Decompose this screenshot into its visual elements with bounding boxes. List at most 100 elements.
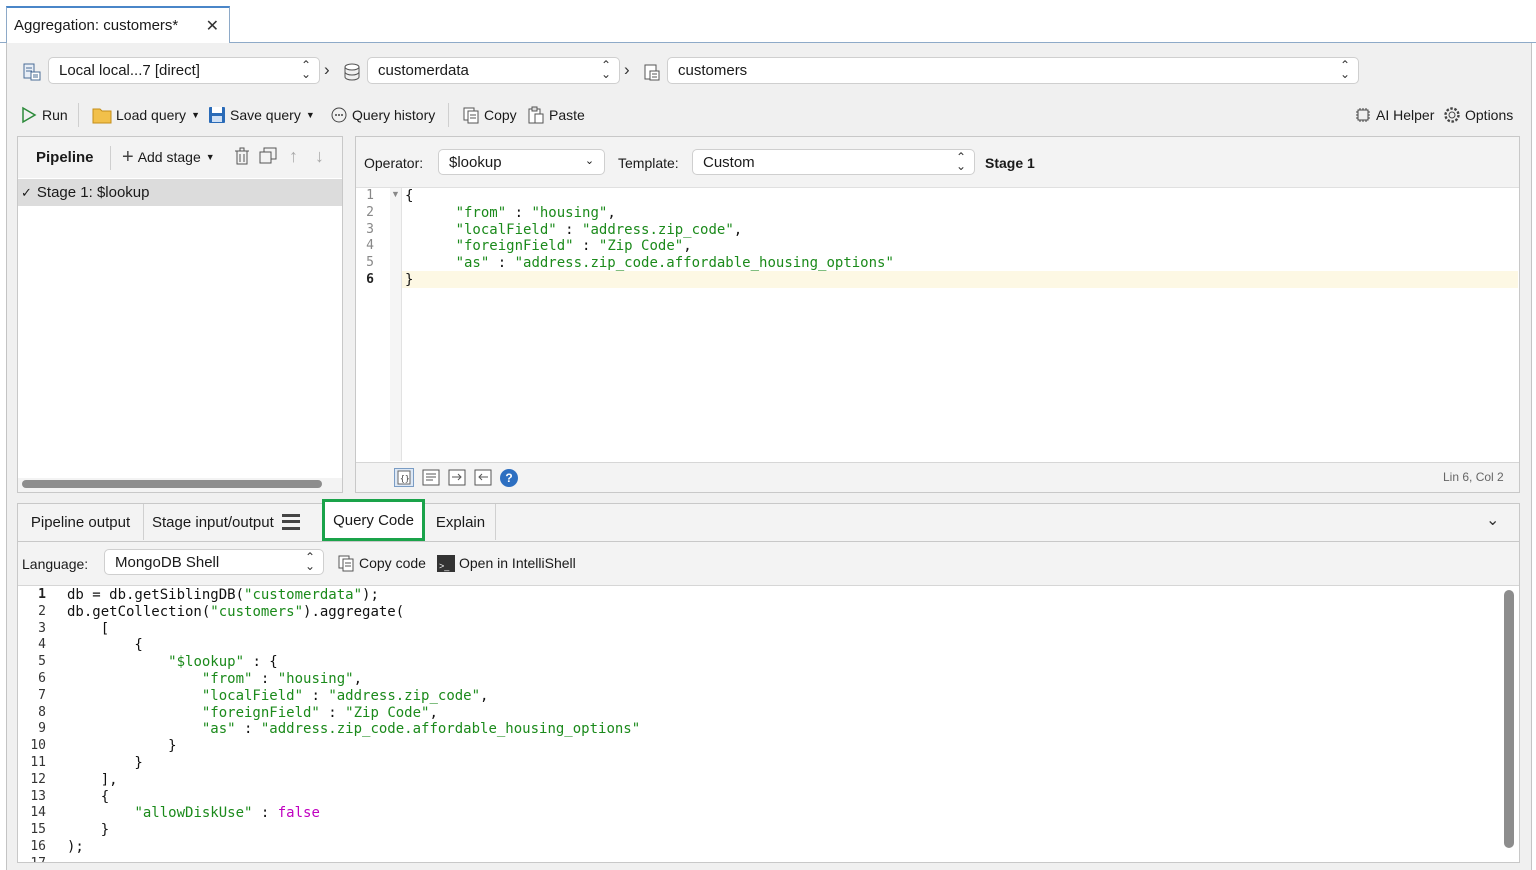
code-token: "localField" xyxy=(455,221,557,238)
line-number: 3 xyxy=(38,620,46,636)
tab-query-code[interactable]: Query Code xyxy=(322,499,425,541)
terminal-icon: >_ xyxy=(437,554,455,572)
play-icon xyxy=(22,106,37,124)
line-number: 1 xyxy=(38,587,46,602)
tab-stage-input-output[interactable]: Stage input/output xyxy=(145,504,322,540)
fold-marker-icon[interactable]: ▼ xyxy=(391,189,400,199)
history-icon xyxy=(331,107,347,123)
gear-icon xyxy=(1444,107,1460,123)
operator-select[interactable]: $lookup ⌄ xyxy=(438,149,605,175)
code-token: "address.zip_code" xyxy=(328,687,481,704)
format-code-icon[interactable]: {} xyxy=(394,468,414,487)
pipeline-hscrollbar[interactable] xyxy=(22,480,322,488)
stage-editor-footer xyxy=(356,462,1519,492)
copy-code-button[interactable]: Copy code xyxy=(337,553,426,573)
line-number: 10 xyxy=(30,738,46,754)
query-code-text[interactable]: db = db.getSiblingDB("customerdata"); db.… xyxy=(67,587,640,862)
code-token: : xyxy=(506,204,532,221)
text-view-icon[interactable] xyxy=(422,469,440,489)
delete-stage-icon[interactable] xyxy=(234,147,250,168)
line-number: 5 xyxy=(366,255,374,271)
tab-pipeline-output[interactable]: Pipeline output xyxy=(18,504,144,540)
move-up-icon[interactable]: ↑ xyxy=(289,146,298,167)
add-stage-button[interactable]: + Add stage ▼ xyxy=(122,146,215,168)
template-select[interactable]: Custom ⌃ ⌄ xyxy=(692,149,975,175)
select-arrows-icon: ⌃ ⌄ xyxy=(300,58,311,81)
toolbar-separator xyxy=(448,103,449,127)
run-button[interactable]: Run xyxy=(20,105,68,125)
code-line: "from" : "housing", xyxy=(405,205,894,222)
stage-code-line-numbers: 123456 xyxy=(358,188,374,289)
collapse-panel-icon[interactable]: ⌄ xyxy=(1486,510,1499,530)
code-token: ).aggregate( xyxy=(303,603,405,620)
close-tab-icon[interactable]: ✕ xyxy=(206,16,219,36)
collection-icon xyxy=(642,62,662,82)
outdent-icon[interactable] xyxy=(474,469,492,489)
ai-helper-button[interactable]: AI Helper xyxy=(1354,105,1434,125)
code-token: "Zip Code" xyxy=(345,704,430,721)
code-line: db.getCollection("customers").aggregate( xyxy=(67,604,640,621)
chip-icon xyxy=(1356,108,1370,122)
pipeline-stage-list xyxy=(18,178,342,478)
load-query-button[interactable]: Load query ▼ xyxy=(92,105,200,125)
query-code-editor[interactable]: 1234567891011121314151617 db = db.getSib… xyxy=(18,585,1519,862)
code-token: ); xyxy=(362,587,379,603)
query-code-vscrollbar[interactable] xyxy=(1504,590,1514,848)
query-history-button[interactable]: Query history xyxy=(330,105,435,125)
code-token: "address.zip_code" xyxy=(582,221,734,238)
open-intellishell-button[interactable]: >_ Open in IntelliShell xyxy=(437,553,576,573)
paste-button[interactable]: Paste xyxy=(527,105,585,125)
breadcrumb-chevron-icon: › xyxy=(324,60,330,79)
code-line: } xyxy=(67,755,640,772)
split-view-icon[interactable] xyxy=(281,514,300,530)
code-token: [ xyxy=(67,620,110,637)
line-number: 5 xyxy=(38,654,46,670)
tab-title: Aggregation: customers* xyxy=(14,17,179,34)
floppy-disk-icon xyxy=(209,107,225,123)
dropdown-caret-icon: ▼ xyxy=(205,152,215,162)
help-icon[interactable]: ? xyxy=(500,469,518,487)
collection-select[interactable]: customers ⌃ ⌄ xyxy=(667,57,1359,84)
duplicate-stage-icon[interactable] xyxy=(259,147,277,168)
query-code-line-numbers: 1234567891011121314151617 xyxy=(22,587,46,862)
code-token: , xyxy=(429,704,438,721)
indent-icon[interactable] xyxy=(448,469,466,489)
code-token: "Zip Code" xyxy=(598,238,684,255)
code-token: { xyxy=(405,188,414,204)
code-token: "housing" xyxy=(277,670,354,687)
stage-code-fold-gutter xyxy=(390,188,402,461)
database-select[interactable]: customerdata ⌃ ⌄ xyxy=(367,57,620,84)
code-line: { xyxy=(67,637,640,654)
code-token: "from" xyxy=(455,204,507,221)
code-token: "address.zip_code.affordable_housing_opt… xyxy=(260,721,641,738)
database-icon xyxy=(342,62,362,82)
code-token: } xyxy=(67,738,177,755)
toolbar-separator xyxy=(78,103,79,127)
code-token: "housing" xyxy=(531,204,608,221)
move-down-icon[interactable]: ↓ xyxy=(315,146,324,167)
copy-button[interactable]: Copy xyxy=(462,105,517,125)
save-query-button[interactable]: Save query ▼ xyxy=(208,105,315,125)
options-button[interactable]: Options xyxy=(1443,105,1513,125)
code-line: db = db.getSiblingDB("customerdata"); xyxy=(67,587,640,604)
code-token: : xyxy=(252,670,278,687)
code-token: db = db.getSiblingDB( xyxy=(67,587,245,603)
stage-row-1[interactable]: ✓ Stage 1: $lookup xyxy=(18,179,342,206)
line-number: 16 xyxy=(30,838,46,854)
code-token: "customers" xyxy=(210,603,304,620)
stage-code-text[interactable]: { "from" : "housing", "localField" : "ad… xyxy=(405,188,894,289)
code-token: , xyxy=(353,670,363,687)
line-number: 13 xyxy=(30,788,46,804)
server-select[interactable]: Local local...7 [direct] ⌃ ⌄ xyxy=(48,57,320,84)
tab-aggregation-customers[interactable]: Aggregation: customers* ✕ xyxy=(6,6,230,44)
line-number: 6 xyxy=(38,670,46,686)
tab-explain[interactable]: Explain xyxy=(426,504,496,540)
code-token: } xyxy=(405,271,414,288)
code-line: } xyxy=(67,822,640,839)
stage-checkbox-icon[interactable]: ✓ xyxy=(21,185,32,201)
code-line: "from" : "housing", xyxy=(67,671,640,688)
language-select[interactable]: MongoDB Shell ⌃ ⌄ xyxy=(104,549,324,575)
